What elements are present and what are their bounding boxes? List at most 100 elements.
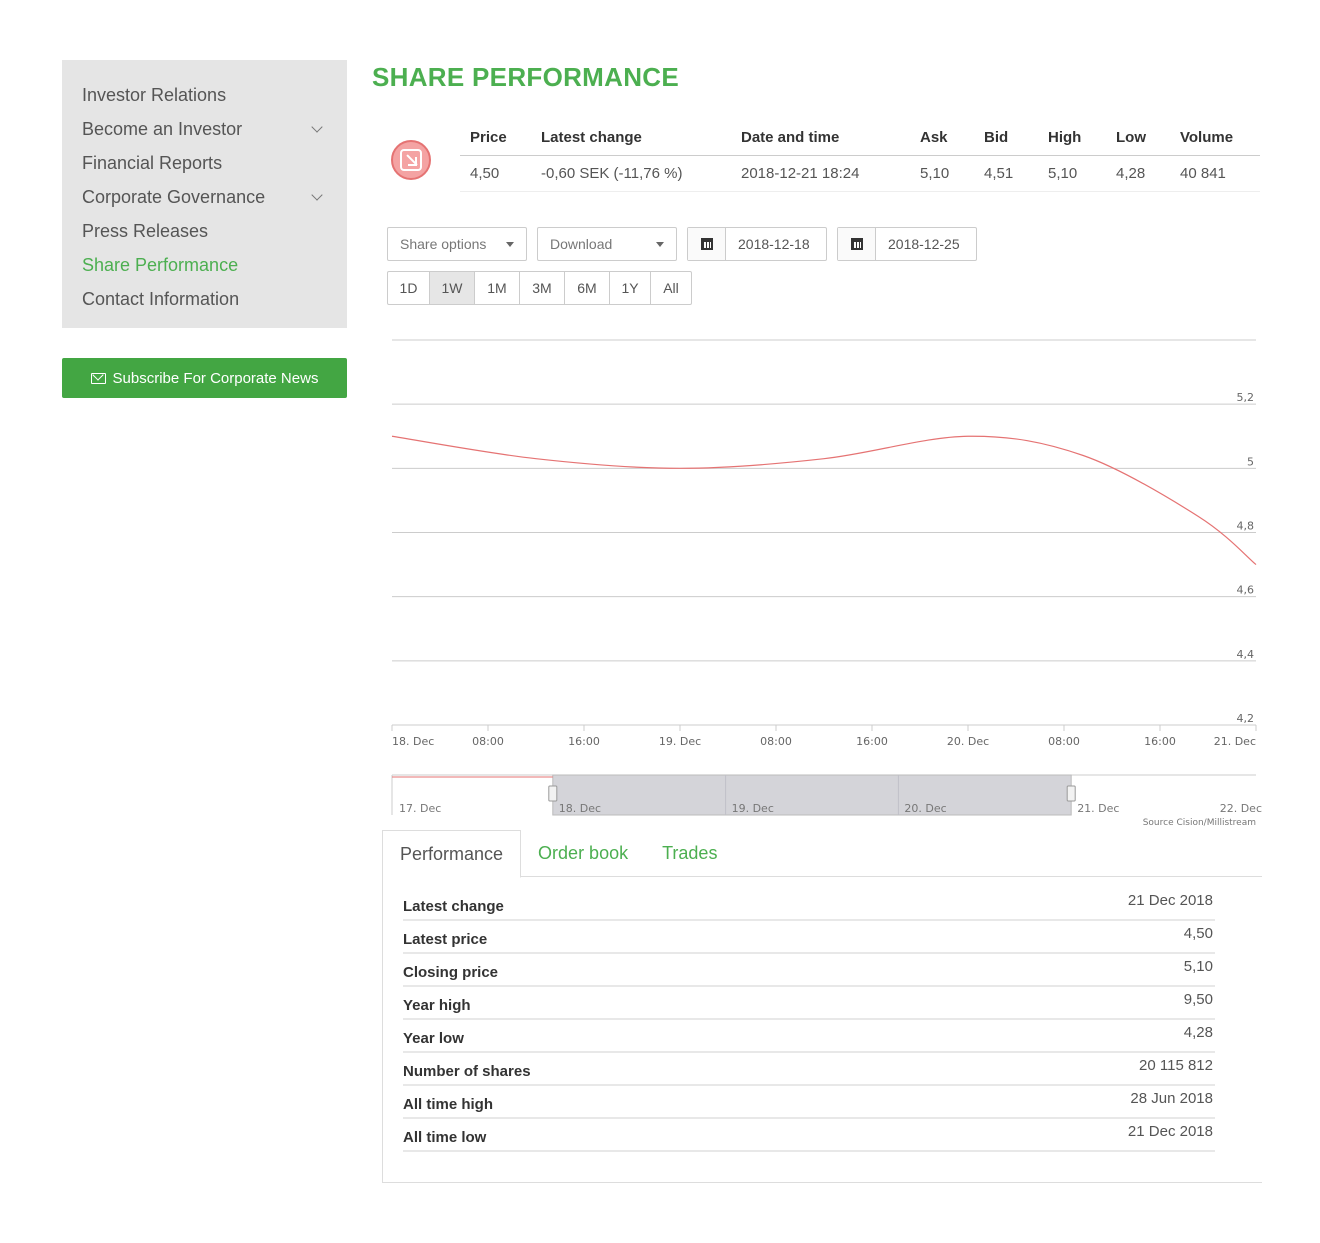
sidebar-item-investor-relations[interactable]: Investor Relations <box>82 78 327 112</box>
sidebar-item-label: Financial Reports <box>82 152 223 173</box>
range-button-1d[interactable]: 1D <box>387 271 430 305</box>
range-button-all[interactable]: All <box>650 271 692 305</box>
quote-table: Price Latest change Date and time Ask Bi… <box>460 120 1260 192</box>
share-options-dropdown[interactable]: Share options <box>387 227 527 261</box>
range-selector: 1D 1W 1M 3M 6M 1Y All <box>387 271 692 305</box>
y-tick-label: 5,2 <box>1237 391 1255 404</box>
y-tick-label: 4,4 <box>1237 648 1255 661</box>
quote-header: Volume <box>1180 129 1234 146</box>
x-tick-label: 21. Dec <box>1214 735 1256 748</box>
sidebar-item-financial-reports[interactable]: Financial Reports <box>82 146 327 180</box>
navigator-handle <box>548 785 558 802</box>
table-row: Latest price 4,50 <box>403 921 1215 954</box>
sidebar-item-label: Contact Information <box>82 288 240 309</box>
subscribe-button[interactable]: Subscribe For Corporate News <box>62 358 347 398</box>
quote-value: 4,50 <box>470 165 500 182</box>
sidebar-item-label: Corporate Governance <box>82 186 266 207</box>
caret-down-icon <box>506 242 514 247</box>
tab-trades[interactable]: Trades <box>645 830 734 876</box>
date-to-value[interactable]: 2018-12-25 <box>876 228 960 260</box>
x-tick-label: 16:00 <box>1144 735 1176 748</box>
row-label: Year low <box>403 1030 464 1047</box>
x-tick-label: 16:00 <box>856 735 888 748</box>
row-label: All time low <box>403 1129 487 1146</box>
row-value: 4,50 <box>1183 925 1213 942</box>
row-value: 28 Jun 2018 <box>1130 1090 1213 1107</box>
download-label: Download <box>550 236 613 252</box>
quote-header: Low <box>1116 129 1146 146</box>
sidebar-item-label: Press Releases <box>82 220 209 241</box>
sidebar-item-label: Become an Investor <box>82 118 243 139</box>
quote-value: 4,28 <box>1116 165 1146 182</box>
row-value: 5,10 <box>1183 958 1213 975</box>
table-row: All time low 21 Dec 2018 <box>403 1119 1215 1152</box>
navigator-tick-label: 22. Dec <box>1220 802 1262 815</box>
quote-header: Date and time <box>741 129 840 146</box>
tab-bar: Performance Order book Trades <box>382 830 1262 878</box>
row-label: Number of shares <box>403 1063 531 1080</box>
range-button-3m[interactable]: 3M <box>519 271 565 305</box>
range-button-1m[interactable]: 1M <box>474 271 520 305</box>
chevron-down-icon[interactable] <box>311 189 323 201</box>
quote-header: High <box>1048 129 1082 146</box>
calendar-icon[interactable] <box>838 228 876 260</box>
table-row: Latest change 21 Dec 2018 <box>403 888 1215 921</box>
download-dropdown[interactable]: Download <box>537 227 677 261</box>
navigator-tick-label: 19. Dec <box>732 802 774 815</box>
arrow-down-right-icon <box>391 140 431 180</box>
chevron-down-icon[interactable] <box>311 121 323 133</box>
row-label: Year high <box>403 997 471 1014</box>
table-row: Closing price 5,10 <box>403 954 1215 987</box>
quote-header: Price <box>470 129 507 146</box>
x-tick-label: 08:00 <box>472 735 504 748</box>
x-tick-label: 08:00 <box>1048 735 1080 748</box>
navigator-tick-label: 21. Dec <box>1077 802 1119 815</box>
y-tick-label: 4,6 <box>1237 584 1255 597</box>
table-row: Year high 9,50 <box>403 987 1215 1020</box>
row-label: Latest change <box>403 898 504 915</box>
tab-order-book[interactable]: Order book <box>521 830 645 876</box>
navigator-tick-label: 20. Dec <box>904 802 946 815</box>
quote-value: 5,10 <box>920 165 950 182</box>
range-button-1w[interactable]: 1W <box>429 271 475 305</box>
quote-value: 5,10 <box>1048 165 1078 182</box>
chart-source-label: Source Cision/Millistream <box>1143 818 1256 828</box>
date-to-field[interactable]: 2018-12-25 <box>837 227 977 261</box>
page-title: SHARE PERFORMANCE <box>372 62 680 92</box>
row-label: Latest price <box>403 931 488 948</box>
row-label: Closing price <box>403 964 499 981</box>
performance-table: Latest change 21 Dec 2018 Latest price 4… <box>403 888 1215 1152</box>
x-tick-label: 18. Dec <box>392 735 434 748</box>
row-value: 9,50 <box>1183 991 1213 1008</box>
navigator-handle <box>1066 785 1076 802</box>
envelope-icon <box>90 372 106 384</box>
range-button-6m[interactable]: 6M <box>564 271 610 305</box>
navigator-tick-label: 18. Dec <box>559 802 601 815</box>
sidebar-item-contact-information[interactable]: Contact Information <box>82 282 327 316</box>
calendar-icon[interactable] <box>688 228 726 260</box>
quote-header-row: Price Latest change Date and time Ask Bi… <box>460 120 1260 156</box>
table-row: Number of shares 20 115 812 <box>403 1053 1215 1086</box>
price-series-line <box>391 435 1257 566</box>
date-from-field[interactable]: 2018-12-18 <box>687 227 827 261</box>
row-value: 21 Dec 2018 <box>1127 1123 1213 1140</box>
sidebar-item-become-an-investor[interactable]: Become an Investor <box>82 112 327 146</box>
x-tick-label: 16:00 <box>568 735 600 748</box>
sidebar-item-share-performance[interactable]: Share Performance <box>82 248 327 282</box>
tab-performance[interactable]: Performance <box>382 830 522 878</box>
subscribe-label: Subscribe For Corporate News <box>112 369 319 387</box>
row-value: 4,28 <box>1183 1024 1213 1041</box>
navigator-selection <box>552 774 1072 816</box>
sidebar-item-corporate-governance[interactable]: Corporate Governance <box>82 180 327 214</box>
range-button-1y[interactable]: 1Y <box>609 271 651 305</box>
table-row: All time high 28 Jun 2018 <box>403 1086 1215 1119</box>
price-chart[interactable]: 5,2 5 4,8 4,6 4,4 4,2 18. Dec 08:00 16:00 19. Dec… <box>380 330 1270 830</box>
navigator-tick-label: 17. Dec <box>399 802 441 815</box>
y-tick-label: 4,8 <box>1237 520 1255 533</box>
y-tick-label: 4,2 <box>1237 712 1255 725</box>
sidebar-item-label: Investor Relations <box>82 84 227 105</box>
sidebar-item-press-releases[interactable]: Press Releases <box>82 214 327 248</box>
caret-down-icon <box>656 242 664 247</box>
date-from-value[interactable]: 2018-12-18 <box>726 228 810 260</box>
quote-value-row: 4,50 -0,60 SEK (-11,76 %) 2018-12-21 18:… <box>460 156 1260 192</box>
